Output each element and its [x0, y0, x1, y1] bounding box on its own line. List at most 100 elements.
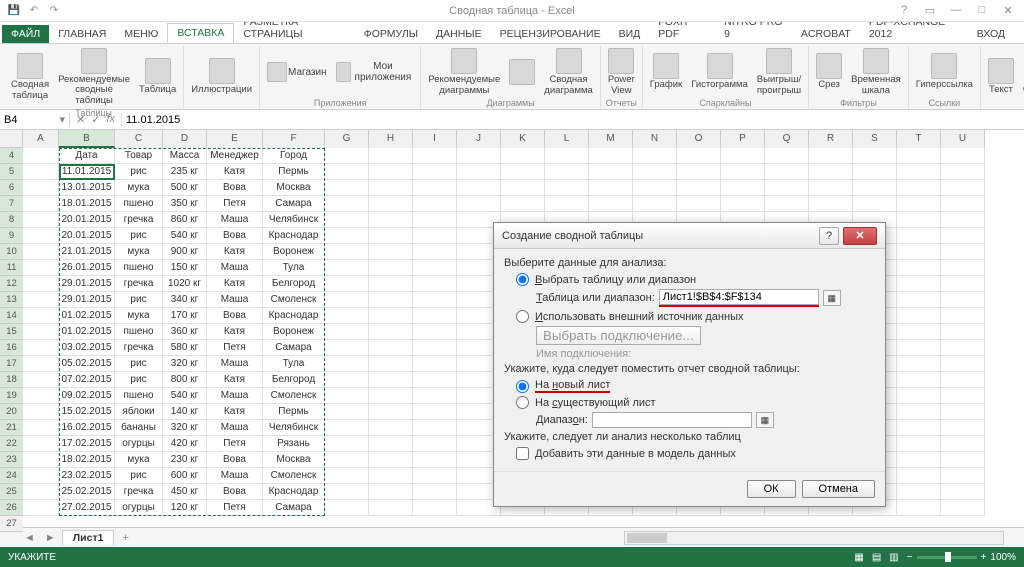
- cell[interactable]: [941, 388, 985, 404]
- cell[interactable]: 20.01.2015: [59, 228, 115, 244]
- tab-1[interactable]: Меню: [115, 25, 167, 43]
- cell[interactable]: Челябинск: [263, 212, 325, 228]
- row-header[interactable]: 13: [0, 292, 23, 308]
- cell[interactable]: Петя: [207, 436, 263, 452]
- cell[interactable]: [413, 356, 457, 372]
- cell[interactable]: [369, 212, 413, 228]
- qat-undo-icon[interactable]: ↶: [26, 2, 42, 18]
- cell[interactable]: [413, 340, 457, 356]
- cell[interactable]: Белгород: [263, 276, 325, 292]
- cell[interactable]: Пермь: [263, 404, 325, 420]
- cell[interactable]: Рязань: [263, 436, 325, 452]
- zoom-out-icon[interactable]: −: [907, 552, 913, 563]
- cell[interactable]: [457, 164, 501, 180]
- sheet-nav-next-icon[interactable]: ►: [41, 532, 60, 544]
- cell[interactable]: [23, 484, 59, 500]
- cell[interactable]: мука: [115, 180, 163, 196]
- row-header[interactable]: 11: [0, 260, 23, 276]
- cell[interactable]: [941, 372, 985, 388]
- cell[interactable]: Маша: [207, 420, 263, 436]
- cell[interactable]: [369, 148, 413, 164]
- cell[interactable]: 350 кг: [163, 196, 207, 212]
- cell[interactable]: [325, 164, 369, 180]
- zoom-in-icon[interactable]: +: [981, 552, 987, 563]
- cell[interactable]: Дата: [59, 148, 115, 164]
- cell[interactable]: 01.02.2015: [59, 308, 115, 324]
- cell[interactable]: Смоленск: [263, 468, 325, 484]
- cell[interactable]: Маша: [207, 212, 263, 228]
- cell[interactable]: Воронеж: [263, 324, 325, 340]
- cell[interactable]: [413, 452, 457, 468]
- tab-file[interactable]: ФАЙЛ: [2, 25, 49, 43]
- tab-10[interactable]: ACROBAT: [792, 25, 860, 43]
- cell[interactable]: [941, 276, 985, 292]
- cell[interactable]: [23, 148, 59, 164]
- col-header[interactable]: J: [457, 130, 501, 148]
- cell[interactable]: пшено: [115, 260, 163, 276]
- cell[interactable]: [413, 276, 457, 292]
- row-header[interactable]: 19: [0, 388, 23, 404]
- cell[interactable]: 05.02.2015: [59, 356, 115, 372]
- cell[interactable]: 860 кг: [163, 212, 207, 228]
- cell[interactable]: [325, 180, 369, 196]
- zoom-level[interactable]: 100%: [990, 552, 1016, 563]
- cell[interactable]: [941, 260, 985, 276]
- cell[interactable]: Маша: [207, 260, 263, 276]
- add-sheet-button[interactable]: +: [116, 532, 134, 544]
- cell[interactable]: [941, 292, 985, 308]
- cell[interactable]: [501, 148, 545, 164]
- cancel-button[interactable]: Отмена: [802, 480, 875, 498]
- cell[interactable]: [413, 404, 457, 420]
- cell[interactable]: [23, 340, 59, 356]
- col-header[interactable]: R: [809, 130, 853, 148]
- cell[interactable]: [325, 228, 369, 244]
- cell[interactable]: [23, 292, 59, 308]
- cell[interactable]: 03.02.2015: [59, 340, 115, 356]
- cell[interactable]: пшено: [115, 324, 163, 340]
- cell[interactable]: мука: [115, 308, 163, 324]
- select-all-corner[interactable]: [0, 130, 23, 148]
- cell[interactable]: [941, 212, 985, 228]
- cell[interactable]: [413, 292, 457, 308]
- row-header[interactable]: 27: [0, 516, 23, 532]
- cell[interactable]: [325, 356, 369, 372]
- cell[interactable]: рис: [115, 292, 163, 308]
- cell[interactable]: [545, 164, 589, 180]
- col-header[interactable]: L: [545, 130, 589, 148]
- row-header[interactable]: 18: [0, 372, 23, 388]
- cell[interactable]: яблоки: [115, 404, 163, 420]
- ribbon-btn[interactable]: PowerView: [605, 46, 638, 98]
- row-header[interactable]: 9: [0, 228, 23, 244]
- cell[interactable]: [677, 148, 721, 164]
- ribbon-btn[interactable]: Текст: [985, 56, 1017, 97]
- cell[interactable]: [457, 148, 501, 164]
- cell[interactable]: [941, 500, 985, 516]
- cell[interactable]: [853, 148, 897, 164]
- range-input[interactable]: [659, 289, 819, 305]
- view-pagebreak-icon[interactable]: ▥: [889, 552, 898, 563]
- cell[interactable]: [721, 148, 765, 164]
- cell[interactable]: [23, 324, 59, 340]
- row-header[interactable]: 23: [0, 452, 23, 468]
- ribbon-btn[interactable]: График: [647, 51, 685, 92]
- cell[interactable]: Москва: [263, 180, 325, 196]
- cell[interactable]: [897, 164, 941, 180]
- cell[interactable]: [369, 388, 413, 404]
- ribbon-btn[interactable]: Своднаядиаграмма: [541, 46, 596, 98]
- cell[interactable]: [853, 180, 897, 196]
- row-header[interactable]: 8: [0, 212, 23, 228]
- cell[interactable]: 29.01.2015: [59, 276, 115, 292]
- cell[interactable]: [457, 196, 501, 212]
- cell[interactable]: [897, 500, 941, 516]
- cell[interactable]: 900 кг: [163, 244, 207, 260]
- cell[interactable]: [809, 148, 853, 164]
- cell[interactable]: 09.02.2015: [59, 388, 115, 404]
- cell[interactable]: [941, 164, 985, 180]
- ribbon-btn[interactable]: [506, 57, 538, 87]
- cell[interactable]: [369, 196, 413, 212]
- col-header[interactable]: F: [263, 130, 325, 148]
- cell[interactable]: [369, 356, 413, 372]
- col-header[interactable]: P: [721, 130, 765, 148]
- row-header[interactable]: 22: [0, 436, 23, 452]
- name-box-input[interactable]: [4, 114, 44, 126]
